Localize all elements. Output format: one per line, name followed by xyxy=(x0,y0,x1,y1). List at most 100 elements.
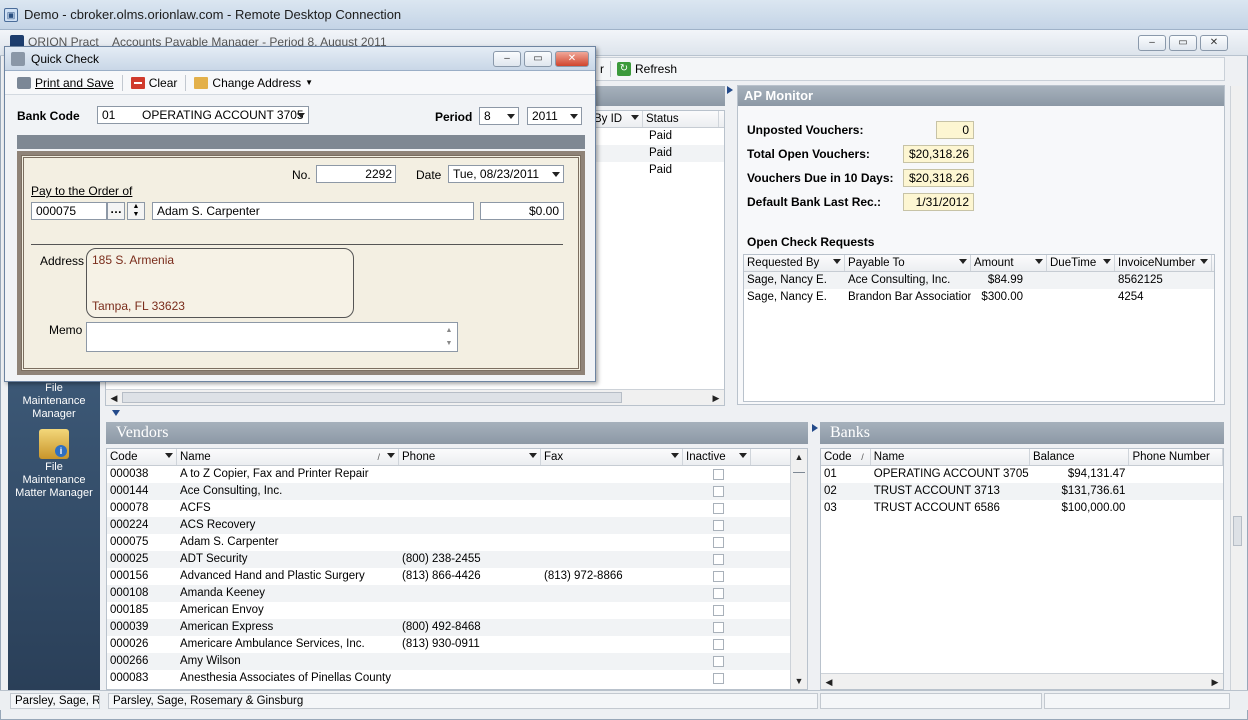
scroll-thumb[interactable] xyxy=(793,467,805,473)
table-row[interactable]: 03 TRUST ACCOUNT 6586 $100,000.00 xyxy=(821,500,1223,517)
period-select[interactable]: 8 xyxy=(479,107,519,125)
payee-spin-button[interactable]: ▲ ▼ xyxy=(127,202,145,220)
col-phone-number[interactable]: Phone Number xyxy=(1129,449,1223,465)
table-row[interactable]: 000083 Anesthesia Associates of Pinellas … xyxy=(107,670,807,687)
table-row[interactable]: 000185 American Envoy xyxy=(107,602,807,619)
minimize-button[interactable]: – xyxy=(1138,35,1166,51)
inactive-checkbox[interactable] xyxy=(713,571,724,582)
table-row[interactable]: 000144 Ace Consulting, Inc. xyxy=(107,483,807,500)
quick-check-title-bar[interactable]: Quick Check – ▭ ✕ xyxy=(5,47,595,71)
col-code[interactable]: Code xyxy=(107,449,177,465)
print-and-save-button[interactable]: Print and Save xyxy=(17,76,114,90)
table-row[interactable]: Sage, Nancy E. Ace Consulting, Inc. $84.… xyxy=(744,272,1214,289)
dialog-minimize-button[interactable]: – xyxy=(493,50,521,67)
table-row[interactable]: 000266 Amy Wilson xyxy=(107,653,807,670)
table-row[interactable]: 000075 Adam S. Carpenter xyxy=(107,534,807,551)
table-row[interactable]: 02 TRUST ACCOUNT 3713 $131,736.61 xyxy=(821,483,1223,500)
year-select[interactable]: 2011 xyxy=(527,107,582,125)
table-row[interactable]: 000224 ACS Recovery xyxy=(107,517,807,534)
scroll-up-arrow[interactable]: ▲ xyxy=(791,449,807,465)
table-row[interactable]: 000026 Americare Ambulance Services, Inc.… xyxy=(107,636,807,653)
inactive-checkbox[interactable] xyxy=(713,520,724,531)
scroll-thumb[interactable] xyxy=(122,392,622,403)
dialog-close-button[interactable]: ✕ xyxy=(555,50,589,67)
inactive-checkbox[interactable] xyxy=(713,469,724,480)
table-row[interactable]: 000078 ACFS xyxy=(107,500,807,517)
col-status[interactable]: Status xyxy=(643,111,719,127)
col-balance[interactable]: Balance xyxy=(1030,449,1130,465)
bank-code-select[interactable]: 01 OPERATING ACCOUNT 3705 xyxy=(97,106,309,124)
nav-file-maintenance-matter-manager[interactable]: File Maintenance Matter Manager xyxy=(8,421,100,500)
col-fax[interactable]: Fax xyxy=(541,449,683,465)
toolbar-partial-label[interactable]: r xyxy=(600,62,604,76)
col-duetime[interactable]: DueTime xyxy=(1047,255,1115,271)
memo-field[interactable] xyxy=(86,322,458,352)
payee-code-field[interactable]: 000075 xyxy=(31,202,107,220)
banks-expand-icon[interactable] xyxy=(812,424,818,432)
nav-label-line: File xyxy=(45,461,63,473)
col-inactive[interactable]: Inactive xyxy=(683,449,751,465)
banks-horizontal-scrollbar[interactable]: ◀ ▶ xyxy=(821,673,1223,689)
refresh-button[interactable]: ↻ Refresh xyxy=(617,62,677,76)
scroll-down-arrow[interactable]: ▼ xyxy=(791,673,807,689)
table-row[interactable]: 000038 A to Z Copier, Fax and Printer Rep… xyxy=(107,466,807,483)
table-row[interactable]: 01 OPERATING ACCOUNT 3705 $94,131.47 xyxy=(821,466,1223,483)
vendor-fax-cell xyxy=(541,602,683,619)
inactive-cell xyxy=(683,500,751,517)
col-phone[interactable]: Phone xyxy=(399,449,541,465)
inactive-checkbox[interactable] xyxy=(713,622,724,633)
col-requested-by[interactable]: Requested By xyxy=(744,255,845,271)
inactive-checkbox[interactable] xyxy=(713,554,724,565)
inactive-checkbox[interactable] xyxy=(713,537,724,548)
check-number-field[interactable]: 2292 xyxy=(316,165,396,183)
vendors-vertical-scrollbar[interactable]: ▲ ▼ xyxy=(790,449,807,689)
table-row[interactable]: 000039 American Express (800) 492-8468 xyxy=(107,619,807,636)
table-row[interactable]: 000025 ADT Security (800) 238-2455 xyxy=(107,551,807,568)
nav-label-line: Manager xyxy=(32,408,76,420)
scroll-right-arrow[interactable]: ▶ xyxy=(708,390,724,406)
close-doc-button[interactable]: ✕ xyxy=(1200,35,1228,51)
inactive-checkbox[interactable] xyxy=(713,605,724,616)
col-amount[interactable]: Amount xyxy=(971,255,1047,271)
address-box[interactable]: 185 S. Armenia Tampa, FL 33623 xyxy=(86,248,354,318)
col-invoice-number[interactable]: InvoiceNumber xyxy=(1115,255,1212,271)
nav-file-maintenance-manager[interactable]: File Maintenance Manager xyxy=(8,380,100,421)
memo-scroll-arrows[interactable]: ▲ ▼ xyxy=(442,324,456,350)
clear-button[interactable]: Clear xyxy=(130,76,177,90)
payee-lookup-button[interactable]: … xyxy=(107,202,125,220)
inactive-checkbox[interactable] xyxy=(713,656,724,667)
col-bank-name[interactable]: Name xyxy=(871,449,1030,465)
collapse-arrow-icon[interactable] xyxy=(112,410,120,416)
col-bank-code[interactable]: Code / xyxy=(821,449,871,465)
inactive-checkbox[interactable] xyxy=(713,673,724,684)
chevron-down-icon xyxy=(297,113,305,118)
inactive-checkbox[interactable] xyxy=(713,486,724,497)
amount-field[interactable]: $0.00 xyxy=(480,202,564,220)
scroll-thumb[interactable] xyxy=(1233,516,1242,546)
inactive-checkbox[interactable] xyxy=(713,639,724,650)
main-vertical-scrollbar[interactable] xyxy=(1230,86,1244,690)
rdp-title-bar: ▣ Demo - cbroker.olms.orionlaw.com - Rem… xyxy=(0,0,1248,30)
table-row[interactable]: 000156 Advanced Hand and Plastic Surgery (… xyxy=(107,568,807,585)
change-address-button[interactable]: Change Address ▼ xyxy=(194,76,313,90)
table-row[interactable]: Sage, Nancy E. Brandon Bar Association $… xyxy=(744,289,1214,306)
dialog-maximize-button[interactable]: ▭ xyxy=(524,50,552,67)
col-name[interactable]: Name / xyxy=(177,449,399,465)
period-value: 8 xyxy=(484,109,491,123)
inactive-checkbox[interactable] xyxy=(713,503,724,514)
table-row[interactable]: 000108 Amanda Keeney xyxy=(107,585,807,602)
inactive-cell xyxy=(683,534,751,551)
bank-balance-cell: $100,000.00 xyxy=(1061,502,1126,514)
col-payable-to[interactable]: Payable To xyxy=(845,255,971,271)
ap-monitor-expand-icon[interactable] xyxy=(727,86,733,94)
payee-name-field[interactable]: Adam S. Carpenter xyxy=(152,202,474,220)
inactive-checkbox[interactable] xyxy=(713,588,724,599)
date-picker[interactable]: Tue, 08/23/2011 xyxy=(448,165,564,183)
col-by-id[interactable]: By ID xyxy=(591,111,643,127)
scroll-right-arrow[interactable]: ▶ xyxy=(1207,674,1223,690)
horizontal-scrollbar[interactable]: ◀ ▶ xyxy=(106,389,724,405)
restore-button[interactable]: ▭ xyxy=(1169,35,1197,51)
scroll-left-arrow[interactable]: ◀ xyxy=(821,674,837,690)
scroll-left-arrow[interactable]: ◀ xyxy=(106,390,122,406)
vendor-fax-cell xyxy=(541,517,683,534)
